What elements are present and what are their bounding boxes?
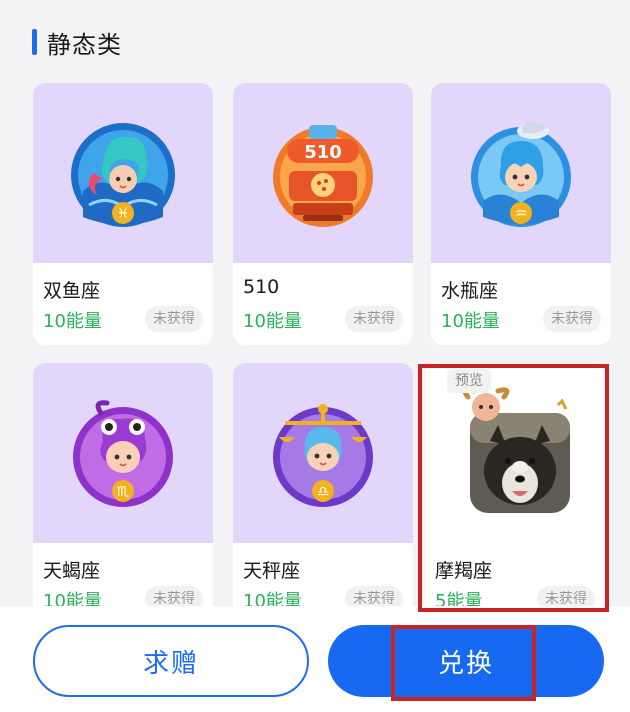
badge-card-pisces[interactable]: ♓ 双鱼座 10能量 未获得	[33, 83, 213, 345]
badge-thumbnail: 预览	[425, 363, 605, 543]
request-gift-button[interactable]: 求赠	[33, 625, 309, 697]
svg-text:♓: ♓	[117, 206, 130, 222]
libra-badge-icon: ♎	[273, 404, 373, 507]
svg-text:♏: ♏	[117, 484, 130, 500]
status-badge: 未获得	[543, 306, 601, 332]
svg-text:♒: ♒	[515, 206, 528, 222]
badge-card-aquarius[interactable]: ♒ 水瓶座 10能量 未获得	[431, 83, 611, 345]
status-badge: 未获得	[345, 306, 403, 332]
energy-badge-page: 静态类 ♓ 双鱼座 10能量 未获得 510 510 10能量 未获得 ♒ 水瓶…	[0, 0, 630, 712]
svg-text:♎: ♎	[317, 484, 330, 500]
badge-energy-cost: 10能量	[441, 311, 500, 332]
preview-tag: 预览	[447, 369, 491, 393]
section-title: 静态类	[47, 30, 122, 59]
badge-thumbnail: 510	[233, 83, 413, 263]
section-header: 静态类	[32, 26, 122, 59]
510-train-badge-icon: 510	[273, 125, 373, 227]
badge-card-capricorn[interactable]: 预览 摩羯座 5能量 未获得	[425, 363, 605, 625]
badge-thumbnail: ♓	[33, 83, 213, 263]
badge-card-510[interactable]: 510 510 10能量 未获得	[233, 83, 413, 345]
badge-name: 510	[243, 276, 280, 298]
aquarius-badge-icon: ♒	[471, 122, 571, 227]
bottom-action-bar: 求赠 兑换	[0, 606, 630, 712]
badge-thumbnail: ♏	[33, 363, 213, 543]
badge-card-libra[interactable]: ♎ 天秤座 10能量 未获得	[233, 363, 413, 625]
badge-energy-cost: 10能量	[43, 311, 102, 332]
badge-thumbnail: ♒	[431, 83, 611, 263]
badge-name: 摩羯座	[435, 560, 493, 582]
scorpio-badge-icon: ♏	[73, 400, 173, 507]
capricorn-dog-photo-avatar	[462, 387, 570, 513]
status-badge: 未获得	[145, 306, 203, 332]
badge-card-scorpio[interactable]: ♏ 天蝎座 10能量 未获得	[33, 363, 213, 625]
exchange-button[interactable]: 兑换	[328, 625, 604, 697]
svg-text:510: 510	[304, 142, 342, 163]
badge-name: 水瓶座	[441, 280, 499, 302]
section-accent-bar	[32, 29, 37, 55]
badge-name: 天秤座	[243, 560, 301, 582]
badge-name: 双鱼座	[43, 280, 101, 302]
badge-energy-cost: 10能量	[243, 311, 302, 332]
badge-name: 天蝎座	[43, 560, 101, 582]
badge-thumbnail: ♎	[233, 363, 413, 543]
pisces-mermaid-badge-icon: ♓	[71, 123, 175, 227]
